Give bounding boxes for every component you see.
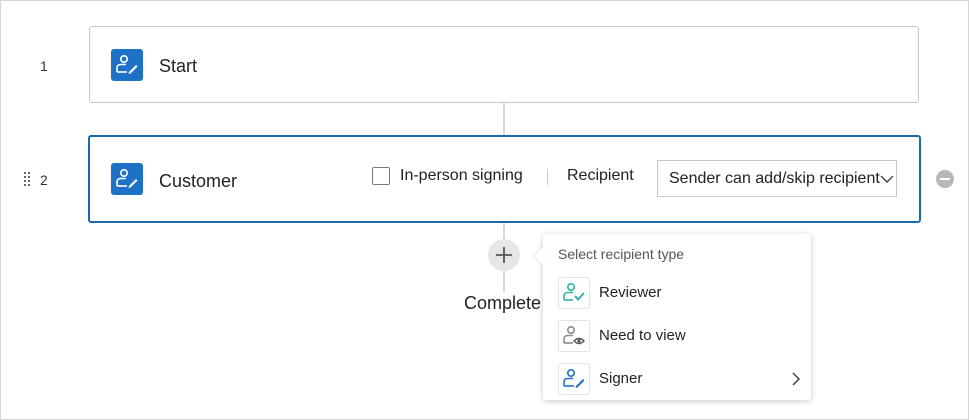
menu-pointer <box>533 246 544 266</box>
reviewer-icon <box>558 277 590 309</box>
chevron-down-icon <box>880 175 894 183</box>
complete-step-label: Complete <box>464 293 542 313</box>
chevron-right-icon <box>792 372 801 386</box>
connector-line <box>503 221 505 241</box>
in-person-signing-label[interactable]: In-person signing <box>400 167 523 185</box>
connector-line <box>503 103 505 136</box>
menu-item-need-to-view[interactable]: Need to view <box>543 316 811 356</box>
signer-role-icon <box>111 163 143 195</box>
signer-icon <box>558 363 590 395</box>
step-number: 1 <box>40 58 48 74</box>
plus-icon <box>496 247 512 263</box>
connector-line <box>503 270 505 292</box>
viewer-icon <box>558 320 590 352</box>
step-title: Start <box>159 56 198 76</box>
menu-item-label: Need to view <box>599 327 686 344</box>
menu-item-signer[interactable]: Signer <box>543 359 811 399</box>
menu-item-label: Signer <box>599 370 643 387</box>
step-number: 2 <box>40 172 48 188</box>
add-step-button[interactable] <box>488 239 520 271</box>
divider <box>547 169 548 185</box>
recipient-select[interactable]: Sender can add/skip recipient <box>657 160 897 197</box>
signer-role-icon <box>111 49 143 81</box>
recipient-label: Recipient <box>567 167 634 184</box>
in-person-signing-checkbox[interactable] <box>372 167 390 185</box>
drag-handle-icon[interactable] <box>24 172 32 186</box>
menu-header: Select recipient type <box>558 246 685 262</box>
recipient-select-value: Sender can add/skip recipient <box>669 170 880 187</box>
menu-item-label: Reviewer <box>599 284 662 301</box>
step-card-start[interactable]: Start <box>89 26 919 103</box>
recipient-type-menu: Select recipient type Reviewer Need to v… <box>543 234 811 400</box>
remove-step-button[interactable] <box>936 170 954 188</box>
step-title: Customer <box>159 171 238 191</box>
menu-item-reviewer[interactable]: Reviewer <box>543 273 811 313</box>
